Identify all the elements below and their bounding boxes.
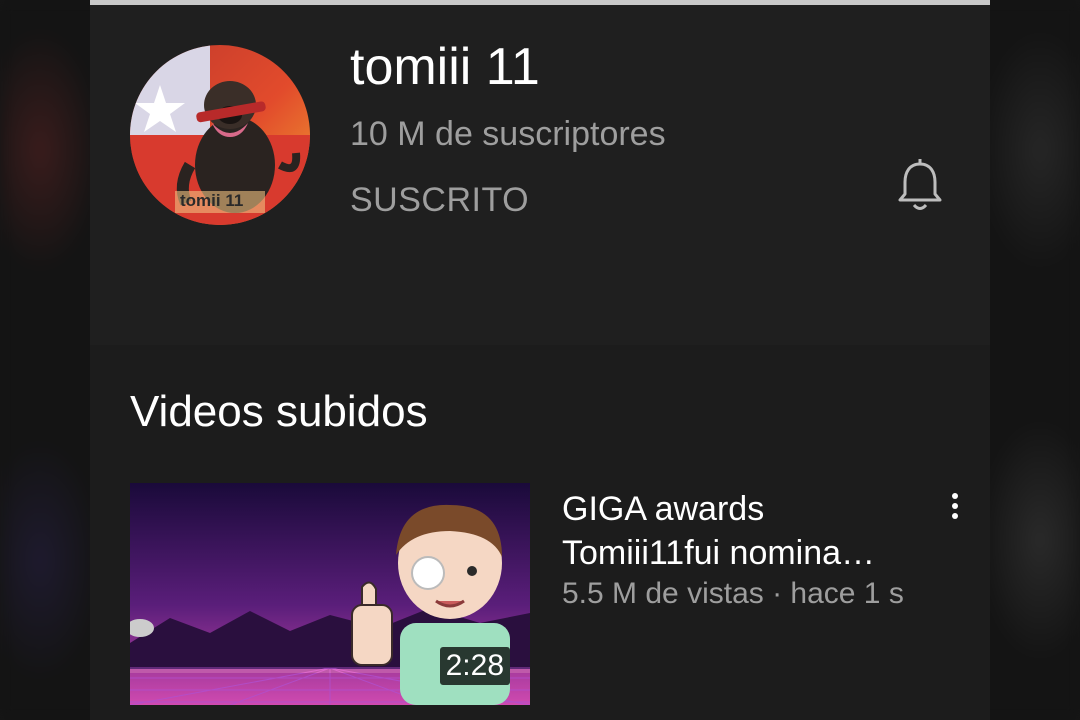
app-screen: tomii 11 tomiii 11 10 M de suscriptores … xyxy=(90,0,990,720)
bell-icon[interactable] xyxy=(895,158,945,214)
menu-dot xyxy=(952,513,958,519)
video-title-line-2: Tomiii11fui nomina… xyxy=(562,534,876,572)
more-vert-icon[interactable] xyxy=(940,489,970,529)
menu-dot xyxy=(952,493,958,499)
video-title-line-1: GIGA awards xyxy=(562,490,765,528)
menu-dot xyxy=(952,503,958,509)
video-title[interactable]: GIGA awards Tomiii11fui nomina… xyxy=(562,487,922,575)
video-meta: 5.5 M de vistas · hace 1 s xyxy=(562,577,904,610)
channel-header: tomii 11 tomiii 11 10 M de suscriptores … xyxy=(90,5,990,345)
subscribed-button[interactable]: SUSCRITO xyxy=(350,181,529,220)
channel-name: tomiii 11 xyxy=(350,38,540,96)
channel-avatar[interactable]: tomii 11 xyxy=(130,45,310,225)
video-item[interactable]: 2:28 GIGA awards Tomiii11fui nomina… 5.5… xyxy=(130,483,970,713)
avatar-label: tomii 11 xyxy=(180,191,244,210)
subscriber-count: 10 M de suscriptores xyxy=(350,115,666,153)
video-thumbnail[interactable]: 2:28 xyxy=(130,483,530,705)
uploaded-videos-section: Videos subidos 2:28 GIGA awards Tomiii11… xyxy=(90,345,990,720)
section-title: Videos subidos xyxy=(130,387,428,436)
video-duration: 2:28 xyxy=(439,647,510,685)
